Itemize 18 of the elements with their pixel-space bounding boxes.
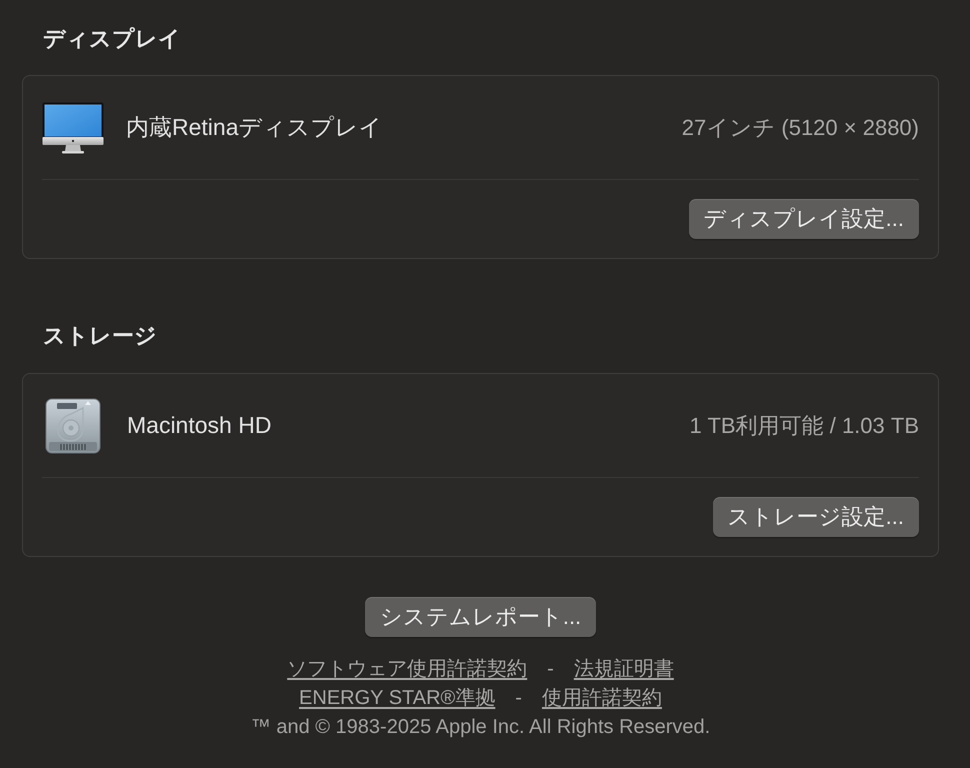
footer-link[interactable]: ソフトウェア使用許諾契約: [287, 655, 528, 684]
settings-button[interactable]: ディスプレイ設定...: [688, 199, 919, 239]
monitor-icon: [42, 102, 104, 154]
footer-link[interactable]: 法規証明書: [574, 655, 674, 684]
copyright-text: ™ and © 1983-2025 Apple Inc. All Rights Reserved.: [250, 715, 710, 740]
link-separator: -: [547, 657, 554, 682]
device-name: 内蔵Retinaディスプレイ: [126, 113, 382, 142]
hard-drive-icon: [45, 398, 101, 454]
settings-button[interactable]: ストレージ設定...: [712, 497, 919, 537]
footer-link[interactable]: ENERGY STAR®準拠: [299, 684, 496, 713]
device-detail: 27インチ (5120 × 2880): [682, 114, 919, 142]
footer-link[interactable]: 使用許諾契約: [542, 684, 662, 713]
device-detail: 1 TB利用可能 / 1.03 TB: [690, 412, 919, 440]
device-name: Macintosh HD: [127, 412, 272, 439]
section-heading: ストレージ: [43, 322, 157, 350]
system-report-button[interactable]: システムレポート...: [364, 597, 596, 637]
link-separator: -: [515, 686, 522, 711]
section-heading: ディスプレイ: [43, 25, 181, 53]
